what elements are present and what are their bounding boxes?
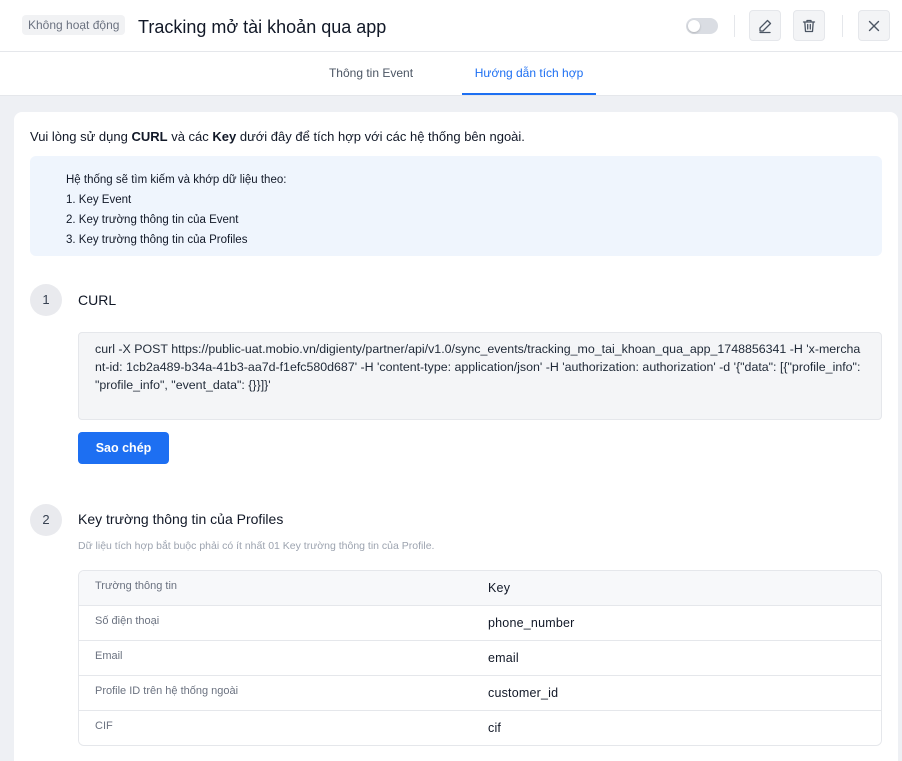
field-key: phone_number	[488, 616, 575, 630]
tab-event-info[interactable]: Thông tin Event	[316, 52, 426, 95]
edit-icon	[759, 19, 772, 33]
table-row: CIF cif	[79, 711, 881, 745]
intro-text: Vui lòng sử dụng CURL và các Key dưới đâ…	[30, 129, 525, 144]
field-name: Profile ID trên hệ thống ngoài	[95, 685, 239, 697]
field-name: Email	[95, 650, 123, 662]
info-item: 1. Key Event	[66, 194, 132, 206]
profile-key-table: Trường thông tin Key Số điện thoại phone…	[78, 570, 882, 746]
integration-card: Vui lòng sử dụng CURL và các Key dưới đâ…	[14, 112, 898, 761]
active-toggle[interactable]	[686, 18, 718, 34]
status-badge: Không hoạt động	[22, 15, 126, 35]
trash-icon	[802, 19, 816, 32]
step-number: 2	[30, 504, 62, 536]
header-bar: Không hoạt động Tracking mở tài khoản qu…	[0, 0, 902, 52]
info-item: 2. Key trường thông tin của Event	[66, 214, 239, 226]
step-title-profiles: Key trường thông tin của Profiles	[78, 511, 284, 527]
info-item: 3. Key trường thông tin của Profiles	[66, 234, 248, 246]
close-icon	[868, 20, 880, 31]
intro-text-part: và các	[167, 129, 213, 144]
field-key: email	[488, 651, 519, 665]
step-title-curl: CURL	[78, 292, 117, 308]
curl-code-block[interactable]: curl -X POST https://public-uat.mobio.vn…	[78, 332, 882, 420]
profile-key-description: Dữ liệu tích hợp bắt buộc phải có ít nhấ…	[78, 540, 435, 552]
header-field: Trường thông tin	[95, 580, 178, 592]
header-divider	[734, 15, 735, 37]
edit-button[interactable]	[749, 10, 781, 41]
field-name: CIF	[95, 720, 113, 732]
field-key: cif	[488, 721, 502, 735]
tab-integration-guide[interactable]: Hướng dẫn tích hợp	[462, 52, 596, 95]
intro-text-part: dưới đây để tích hợp với các hệ thống bê…	[236, 129, 525, 144]
field-key: customer_id	[488, 686, 559, 700]
intro-key-keyword: Key	[212, 129, 237, 144]
close-button[interactable]	[858, 10, 890, 41]
step-number: 1	[30, 284, 62, 316]
header-divider	[842, 15, 843, 37]
table-row: Số điện thoại phone_number	[79, 606, 881, 641]
matching-info-box: Hệ thống sẽ tìm kiếm và khớp dữ liệu the…	[30, 156, 882, 256]
copy-button[interactable]: Sao chép	[78, 432, 169, 464]
toggle-knob	[688, 20, 700, 32]
info-heading: Hệ thống sẽ tìm kiếm và khớp dữ liệu the…	[66, 174, 287, 186]
table-header-row: Trường thông tin Key	[79, 571, 881, 606]
table-row: Email email	[79, 641, 881, 676]
intro-text-part: Vui lòng sử dụng	[30, 129, 132, 144]
page-title: Tracking mở tài khoản qua app	[138, 17, 387, 37]
intro-curl-keyword: CURL	[131, 129, 168, 144]
delete-button[interactable]	[793, 10, 825, 41]
tab-bar: Thông tin Event Hướng dẫn tích hợp	[0, 52, 902, 96]
header-key: Key	[488, 581, 511, 595]
table-row: Profile ID trên hệ thống ngoài customer_…	[79, 676, 881, 711]
field-name: Số điện thoại	[95, 615, 160, 627]
